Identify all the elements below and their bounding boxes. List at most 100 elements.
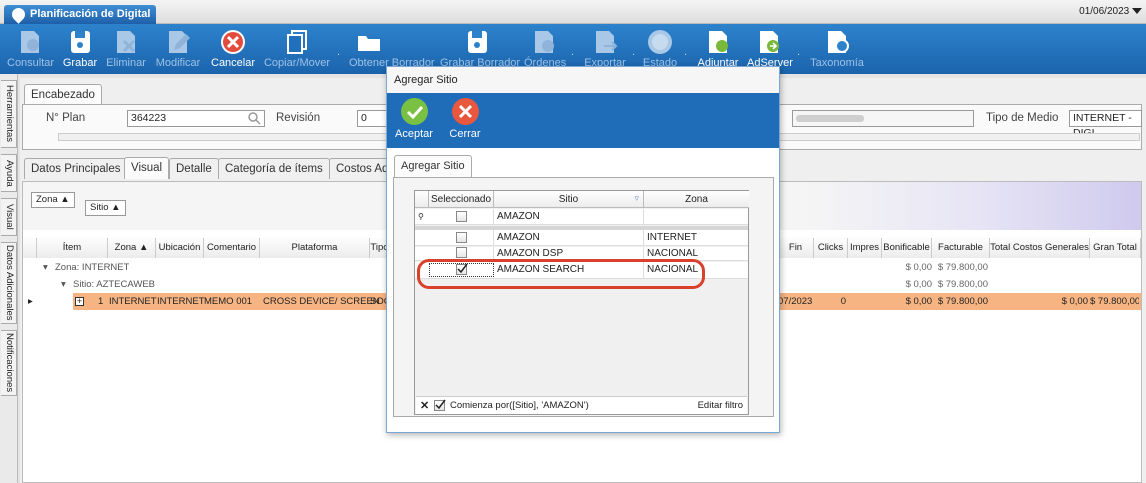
revision-label: Revisión [276,112,321,124]
list-item[interactable]: AMAZON INTERNET [415,230,748,246]
blurred-field [792,110,974,127]
status-icon [646,28,674,56]
cell-fin: 07/2023 [778,296,813,307]
filter-enable-checkbox[interactable] [434,399,446,411]
header-gran-total[interactable]: Gran Total [1090,238,1141,258]
search-icon[interactable] [248,112,261,130]
export-icon [591,28,619,56]
cancelar-button[interactable]: Cancelar [211,24,255,74]
group-chip-zona[interactable]: Zona ▲ [31,192,75,208]
header-seleccionado[interactable]: Seleccionado [429,191,494,208]
highlight-annotation [417,259,705,289]
cell-comentario: MEMO 001 [204,296,253,307]
header-item[interactable]: Ítem [37,238,108,258]
cerrar-label: Cerrar [449,128,481,140]
group-chip-sitio[interactable]: Sitio ▲ [85,200,126,216]
header-fin[interactable]: Fin [778,238,814,258]
cell-ubicacion: INTERNET [157,296,205,307]
header-total-costos[interactable]: Total Costos Generales [990,238,1090,258]
app-tab[interactable]: Planificación de Digital [4,5,157,24]
header-bonificable[interactable]: Bonificable [882,238,932,258]
cell-plataforma: CROSS DEVICE/ SCREEN [263,296,380,307]
header-zona[interactable]: Zona ▲ [108,238,156,258]
sort-asc-icon: ▲ [111,202,121,213]
cancel-icon [219,28,247,56]
sort-asc-icon: ▲ [138,242,149,253]
revision-input[interactable]: 0 [357,110,387,127]
filter-icon[interactable]: ▿ [634,190,639,207]
side-tab-herramientas[interactable]: Herramientas [1,80,17,148]
cell-gran-total: $ 79.800,00 [1090,296,1139,307]
taxonomia-button[interactable]: Taxonomía [810,24,864,74]
grid-line [429,209,494,225]
header-comentario[interactable]: Comentario [204,238,260,258]
tab-categoria-items[interactable]: Categoría de ítems [218,158,330,179]
separator-icon: . [797,46,801,58]
tab-datos-principales[interactable]: Datos Principales [24,158,128,179]
copiar-mover-button[interactable]: Copiar/Mover [263,24,331,74]
clear-filter-icon[interactable]: ✕ [420,399,429,412]
sitio-grid: Seleccionado Sitio ▿ Zona ⚲ AMAZON AMAZON… [414,190,749,415]
cell-total-costos: $ 0,00 [1061,296,1088,307]
collapse-icon[interactable]: ▾ [43,259,48,276]
save-icon [66,28,94,56]
cancelar-label: Cancelar [211,57,256,69]
app-logo-icon [9,5,28,24]
plan-input[interactable]: 364223 [127,110,265,127]
edit-icon [164,28,192,56]
tipo-medio-input[interactable]: INTERNET - DIGI [1069,110,1142,139]
copiar-label: Copiar/Mover [263,57,331,69]
cell-bonificable: $ 0,00 [905,296,932,307]
side-tab-datos-adicionales[interactable]: Datos Adicionales [1,242,17,324]
date-display[interactable]: 01/06/2023 [1079,6,1142,17]
obtener-borrador-button[interactable]: Obtener Borrador [349,24,435,74]
doc-delete-icon [112,28,140,56]
cerrar-button[interactable]: Cerrar [445,98,485,140]
tab-agregar-sitio[interactable]: Agregar Sitio [394,155,472,177]
dialog-toolbar: Aceptar Cerrar [387,93,779,148]
tab-encabezado[interactable]: Encabezado [24,84,102,105]
expand-icon[interactable]: + [75,297,84,306]
side-tab-ayuda[interactable]: Ayuda [1,154,17,192]
group-zona-label: Zona: INTERNET [55,262,130,273]
save-draft-icon [463,28,491,56]
taxonomy-icon [823,28,851,56]
tab-visual[interactable]: Visual [124,157,170,179]
separator-icon: . [337,46,341,58]
row-pointer-icon: ▸ [28,296,33,307]
header-facturable[interactable]: Facturable [932,238,990,258]
aceptar-button[interactable]: Aceptar [394,98,434,140]
side-tab-visual[interactable]: Visual [1,198,17,236]
cell-zona: INTERNET [109,296,157,307]
consultar-label: Consultar [7,57,55,69]
app-title: Planificación de Digital [30,8,151,20]
header-zona[interactable]: Zona [644,191,749,208]
header-clicks[interactable]: Clicks [814,238,848,258]
collapse-icon[interactable]: ▾ [61,276,66,293]
attach-icon [704,28,732,56]
eliminar-button[interactable]: Eliminar [106,24,146,74]
header-plataforma[interactable]: Plataforma [260,238,370,258]
indicator-header [415,191,429,208]
grabar-button[interactable]: Grabar [62,24,98,74]
header-sitio[interactable]: Sitio ▿ [494,191,644,208]
auto-filter-row[interactable]: ⚲ AMAZON [415,209,748,225]
group-sitio-label: Sitio: AZTECAWEB [73,279,155,290]
dropdown-arrow-icon [1132,8,1142,15]
plan-label: N° Plan [46,112,86,124]
modificar-button[interactable]: Modificar [155,24,201,74]
header-ubicacion[interactable]: Ubicación [156,238,204,258]
side-tabs: Herramientas Ayuda Visual Datos Adiciona… [0,74,18,483]
group-sum-bonificable: $ 0,00 [905,262,932,273]
consultar-button[interactable]: Consultar [7,24,55,74]
title-bar [0,0,1146,24]
filter-panel: ✕ Comienza por([Sitio], 'AMAZON') Editar… [416,396,747,414]
group-sum-facturable: $ 79.800,00 [937,262,988,273]
grid-line [429,230,494,246]
side-tab-notificaciones[interactable]: Notificaciones [1,330,17,396]
edit-filter-link[interactable]: Editar filtro [698,400,743,411]
obtener-label: Obtener Borrador [349,57,435,69]
header-impres[interactable]: Impres [848,238,882,258]
tab-detalle[interactable]: Detalle [169,158,219,179]
separator-icon: . [684,46,688,58]
